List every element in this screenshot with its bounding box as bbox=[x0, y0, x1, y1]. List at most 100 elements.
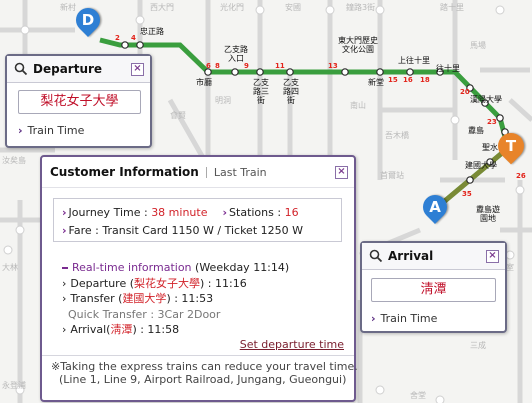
departure-train-time-label: Train Time bbox=[27, 124, 85, 137]
tab-last-train[interactable]: Last Train bbox=[214, 166, 267, 179]
stations-label: Stations : bbox=[229, 206, 285, 219]
departure-row: › Departure (梨花女子大學) : 11:16 bbox=[62, 276, 289, 292]
bg-label: 安國 bbox=[285, 3, 301, 12]
departure-train-time-link[interactable]: › Train Time bbox=[18, 124, 84, 137]
station-label[interactable]: 聖水 bbox=[482, 143, 498, 152]
segment-number: 26 bbox=[516, 172, 526, 180]
bg-label: 馬場 bbox=[470, 41, 486, 50]
search-icon bbox=[369, 249, 383, 263]
arrival-station-button[interactable]: 淸潭 bbox=[371, 278, 496, 302]
transfer-label: Transfer ( bbox=[70, 292, 123, 305]
departure-station-button[interactable]: 梨花女子大學 bbox=[18, 90, 141, 114]
segment-number: 4 bbox=[131, 34, 136, 42]
arrival-train-time-link[interactable]: › Train Time bbox=[371, 312, 437, 325]
dash-icon bbox=[62, 267, 68, 269]
realtime-label: Real-time information bbox=[72, 261, 192, 274]
station-label[interactable]: 纛島遊園地 bbox=[475, 205, 501, 223]
bg-label: 會賢 bbox=[170, 111, 186, 120]
segment-number: 18 bbox=[420, 76, 430, 84]
bg-label: 汝矣島 bbox=[2, 156, 26, 165]
journey-summary-box: › Journey Time : 38 minute › Stations : 16… bbox=[53, 198, 342, 242]
segment-number: 20 bbox=[460, 88, 470, 96]
station-label[interactable]: 新堂 bbox=[368, 78, 384, 87]
arrival-time: ) : 11:58 bbox=[132, 323, 180, 336]
arrival-marker[interactable]: A bbox=[418, 190, 452, 224]
station-label[interactable]: 乙支路入口 bbox=[222, 45, 250, 63]
journey-time-row: › Journey Time : 38 minute › Stations : 16 bbox=[62, 206, 299, 219]
set-departure-time-link[interactable]: Set departure time bbox=[240, 338, 344, 351]
customer-info-panel: Customer Information Last Train × › Journ… bbox=[40, 155, 358, 402]
departure-panel: Departure × 梨花女子大學 › Train Time bbox=[5, 54, 152, 148]
bg-label: 新村 bbox=[60, 3, 76, 12]
bg-label: 舍堂 bbox=[410, 391, 426, 400]
quick-transfer-text: Quick Transfer : 3Car 2Door bbox=[68, 307, 221, 321]
segment-number: 16 bbox=[403, 76, 413, 84]
departure-close-button[interactable]: × bbox=[131, 63, 144, 76]
stations-value: 16 bbox=[284, 206, 299, 219]
departure-marker[interactable]: D bbox=[71, 3, 105, 37]
arrival-label: Arrival( bbox=[70, 323, 111, 336]
departure-label: Departure ( bbox=[70, 276, 135, 290]
arrival-panel-title: Arrival bbox=[388, 249, 434, 263]
bg-label: 光化門 bbox=[220, 3, 244, 12]
station-label[interactable]: 乙支路三街 bbox=[250, 78, 272, 105]
transfer-marker[interactable]: T bbox=[492, 127, 530, 165]
bg-label: 西大門 bbox=[150, 3, 174, 12]
bg-label: 首爾站 bbox=[380, 171, 404, 180]
transfer-marker-letter: T bbox=[505, 137, 517, 155]
station-label[interactable]: 往十里 bbox=[436, 64, 460, 73]
segment-number: 35 bbox=[462, 190, 472, 198]
departure-time: ) : 11:16 bbox=[200, 276, 247, 290]
transfer-row: › Transfer (建國大学) : 11:53 bbox=[62, 291, 289, 307]
fare-text: Fare : Transit Card 1150 W / Ticket 1250… bbox=[68, 224, 303, 237]
chevron-right-icon: › bbox=[62, 292, 67, 305]
station-label[interactable]: 市廳 bbox=[196, 78, 212, 87]
departure-panel-header: Departure × bbox=[7, 56, 150, 83]
arrival-station: 淸潭 bbox=[110, 323, 133, 336]
bg-label: 明洞 bbox=[215, 96, 231, 105]
bg-label: 三成 bbox=[470, 341, 486, 350]
journey-time-value: 38 minute bbox=[151, 206, 208, 219]
fare-row: › Fare : Transit Card 1150 W / Ticket 125… bbox=[62, 224, 330, 237]
info-close-button[interactable]: × bbox=[335, 166, 348, 179]
realtime-time: (Weekday 11:14) bbox=[195, 261, 290, 274]
arrival-row: › Arrival(淸潭) : 11:58 bbox=[62, 322, 289, 338]
search-icon bbox=[14, 62, 28, 76]
departure-marker-letter: D bbox=[81, 11, 95, 29]
bg-label: 南山 bbox=[350, 101, 366, 110]
bg-label: 永登浦 bbox=[2, 381, 26, 390]
info-panel-tabs: Customer Information Last Train × bbox=[42, 157, 354, 188]
transfer-time: ) : 11:53 bbox=[166, 292, 214, 305]
quick-transfer-row: Quick Transfer : 3Car 2Door bbox=[62, 307, 289, 323]
chevron-right-icon: › bbox=[222, 206, 228, 219]
segment-number: 6 bbox=[206, 62, 211, 70]
realtime-info: Real-time information (Weekday 11:14) › D… bbox=[62, 260, 289, 338]
station-label[interactable]: 上往十里 bbox=[398, 56, 430, 65]
chevron-right-icon: › bbox=[62, 276, 67, 290]
bg-label: 大林 bbox=[2, 263, 18, 272]
station-label[interactable]: 乙支路四街 bbox=[280, 78, 302, 105]
bg-label: 吾木橋 bbox=[385, 131, 409, 140]
journey-time-label: Journey Time : bbox=[68, 206, 152, 219]
chevron-right-icon: › bbox=[62, 224, 67, 237]
segment-number: 11 bbox=[275, 62, 285, 70]
station-label[interactable]: 纛島 bbox=[468, 126, 484, 135]
chevron-right-icon: › bbox=[371, 312, 376, 325]
segment-number: 23 bbox=[487, 118, 497, 126]
departure-station: 梨花女子大學 bbox=[134, 276, 201, 290]
arrival-marker-letter: A bbox=[429, 198, 441, 216]
station-label[interactable]: 東大門歷史文化公園 bbox=[335, 36, 381, 54]
station-label[interactable]: 漢陽大學 bbox=[470, 95, 502, 104]
express-note-line1: ※Taking the express trains can reduce yo… bbox=[51, 360, 358, 373]
realtime-heading: Real-time information (Weekday 11:14) bbox=[62, 260, 289, 276]
station-label[interactable]: 忠正路 bbox=[140, 27, 164, 36]
info-divider bbox=[42, 355, 354, 356]
segment-number: 8 bbox=[215, 62, 220, 70]
segment-number: 13 bbox=[328, 62, 338, 70]
station-label[interactable]: 建國大學 bbox=[465, 161, 497, 170]
chevron-right-icon: › bbox=[18, 124, 23, 137]
tab-divider bbox=[205, 166, 207, 178]
segment-number: 9 bbox=[244, 62, 249, 70]
tab-customer-information[interactable]: Customer Information bbox=[50, 165, 199, 179]
arrival-close-button[interactable]: × bbox=[486, 250, 499, 263]
